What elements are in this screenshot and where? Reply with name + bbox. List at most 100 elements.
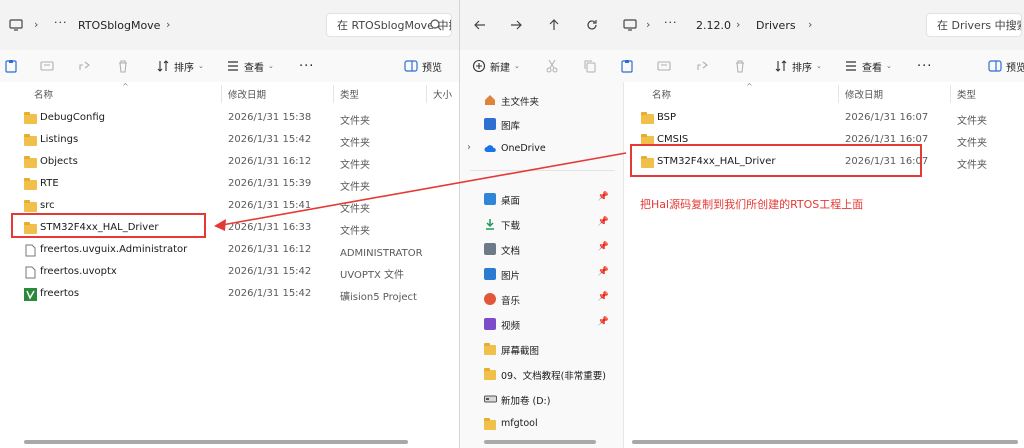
chevron-right-icon[interactable]: › xyxy=(34,18,38,31)
column-divider[interactable] xyxy=(426,85,427,103)
table-row[interactable]: RTE 2026/1/31 15:39 文件夹 xyxy=(0,173,459,195)
file-name: freertos.uvguix.Administrator xyxy=(40,244,188,255)
nav-item-pictures[interactable]: 图片 📌 xyxy=(460,263,623,285)
nav-label: OneDrive xyxy=(501,143,546,154)
delete-button[interactable] xyxy=(733,58,747,74)
pin-icon[interactable]: 📌 xyxy=(598,217,609,227)
view-button[interactable]: 查看 ⌄ xyxy=(226,58,274,74)
horizontal-scrollbar[interactable] xyxy=(24,440,408,444)
table-row[interactable]: Listings 2026/1/31 15:42 文件夹 xyxy=(0,129,459,151)
horizontal-scrollbar[interactable] xyxy=(632,440,1018,444)
column-header-name[interactable]: 名称 xyxy=(652,87,671,101)
nav-item-onedrive[interactable]: › OneDrive xyxy=(460,138,623,160)
view-button[interactable]: 查看 ⌄ xyxy=(844,58,892,74)
forward-arrow-icon[interactable] xyxy=(508,17,524,33)
monitor-icon[interactable] xyxy=(8,17,24,33)
refresh-icon[interactable] xyxy=(584,17,600,33)
column-header-type[interactable]: 类型 xyxy=(957,87,976,101)
share-button[interactable] xyxy=(696,58,710,74)
expand-chevron-icon[interactable]: › xyxy=(467,142,471,153)
rename-button[interactable] xyxy=(657,58,671,74)
delete-button[interactable] xyxy=(116,58,130,74)
nav-item-mfgtool[interactable]: mfgtool xyxy=(460,413,623,435)
preview-button[interactable]: 预览 xyxy=(404,58,442,74)
rename-icon xyxy=(40,61,54,71)
nav-item-documents[interactable]: 文档 📌 xyxy=(460,238,623,260)
nav-item-desktop[interactable]: 桌面 📌 xyxy=(460,188,623,210)
rename-button[interactable] xyxy=(40,58,54,74)
nav-item-downloads[interactable]: 下载 📌 xyxy=(460,213,623,235)
column-divider[interactable] xyxy=(333,85,334,103)
table-row[interactable]: freertos.uvguix.Administrator 2026/1/31 … xyxy=(0,239,459,261)
pin-icon[interactable]: 📌 xyxy=(598,267,609,277)
paste-icon xyxy=(621,60,633,73)
folder-icon xyxy=(484,418,496,430)
more-options-icon[interactable]: ··· xyxy=(917,58,932,74)
table-row[interactable]: freertos 2026/1/31 15:42 礦ision5 Project xyxy=(0,283,459,305)
paste-icon xyxy=(5,60,17,73)
new-button[interactable]: 新建 ⌄ xyxy=(472,58,520,74)
horizontal-scrollbar[interactable] xyxy=(484,440,596,444)
chevron-right-icon[interactable]: › xyxy=(646,18,650,31)
monitor-icon[interactable] xyxy=(622,17,638,33)
nav-item-screenshots[interactable]: 屏幕截图 xyxy=(460,338,623,360)
sort-button[interactable]: 排序 ⌄ xyxy=(156,58,204,74)
file-list: ^ 名称 修改日期 类型 大小 DebugConfig 2026/1/31 15… xyxy=(0,82,459,448)
document-icon xyxy=(484,243,496,255)
pin-icon[interactable]: 📌 xyxy=(598,242,609,252)
view-icon xyxy=(228,61,238,71)
share-icon xyxy=(697,61,708,70)
breadcrumb-rtosblogmove[interactable]: RTOSblogMove xyxy=(78,19,160,32)
column-header-date[interactable]: 修改日期 xyxy=(845,87,883,101)
cut-button[interactable] xyxy=(545,58,559,74)
table-row[interactable]: Objects 2026/1/31 16:12 文件夹 xyxy=(0,151,459,173)
nav-item-videos[interactable]: 视频 📌 xyxy=(460,313,623,335)
trash-icon xyxy=(736,60,744,73)
breadcrumb-drivers[interactable]: Drivers xyxy=(756,19,796,32)
more-ellipsis-icon[interactable]: ··· xyxy=(664,16,678,29)
nav-label: 下载 xyxy=(501,221,521,232)
table-row[interactable]: DebugConfig 2026/1/31 15:38 文件夹 xyxy=(0,107,459,129)
file-date: 2026/1/31 15:41 xyxy=(228,200,312,211)
column-divider[interactable] xyxy=(950,85,951,103)
nav-item-home[interactable]: 主文件夹 xyxy=(460,89,623,111)
file-name: freertos.uvoptx xyxy=(40,266,117,277)
pin-icon[interactable]: 📌 xyxy=(598,192,609,202)
column-header-size[interactable]: 大小 xyxy=(433,87,452,101)
file-name: freertos xyxy=(40,288,80,299)
table-row[interactable]: BSP 2026/1/31 16:07 文件夹 xyxy=(624,107,1024,129)
more-ellipsis-icon[interactable]: ··· xyxy=(54,16,68,29)
back-arrow-icon[interactable] xyxy=(472,17,488,33)
pin-icon[interactable]: 📌 xyxy=(598,317,609,327)
gallery-icon xyxy=(484,118,496,130)
column-header-type[interactable]: 类型 xyxy=(340,87,359,101)
up-arrow-icon[interactable] xyxy=(546,17,562,33)
chevron-right-icon[interactable]: › xyxy=(166,18,170,31)
copy-button[interactable] xyxy=(583,58,597,74)
search-input[interactable]: 在 Drivers 中搜索 xyxy=(926,13,1022,37)
chevron-down-icon: ⌄ xyxy=(816,62,822,70)
file-name: Objects xyxy=(40,156,78,167)
chevron-right-icon[interactable]: › xyxy=(736,18,740,31)
column-divider[interactable] xyxy=(221,85,222,103)
copy-icon xyxy=(584,60,596,73)
chevron-right-icon[interactable]: › xyxy=(808,18,812,31)
column-header-name[interactable]: 名称 xyxy=(34,87,53,101)
preview-button[interactable]: 预览 xyxy=(988,58,1024,74)
breadcrumb-version[interactable]: 2.12.0 xyxy=(696,19,731,32)
table-row[interactable]: freertos.uvoptx 2026/1/31 15:42 UVOPTX 文… xyxy=(0,261,459,283)
nav-item-gallery[interactable]: 图库 xyxy=(460,113,623,135)
search-input[interactable]: 在 RTOSblogMove 中搜索 xyxy=(326,13,452,37)
pin-icon[interactable]: 📌 xyxy=(598,292,609,302)
paste-button[interactable] xyxy=(620,58,634,74)
more-options-icon[interactable]: ··· xyxy=(299,58,314,74)
nav-item-music[interactable]: 音乐 📌 xyxy=(460,288,623,310)
column-header-date[interactable]: 修改日期 xyxy=(228,87,266,101)
file-name: Listings xyxy=(40,134,79,145)
column-divider[interactable] xyxy=(838,85,839,103)
nav-item-doc-tutorials[interactable]: 09、文档教程(非常重要) xyxy=(460,363,623,385)
share-button[interactable] xyxy=(78,58,92,74)
nav-item-drive-d[interactable]: 新加卷 (D:) xyxy=(460,388,623,410)
sort-button[interactable]: 排序 ⌄ xyxy=(774,58,822,74)
paste-button[interactable] xyxy=(4,58,18,74)
